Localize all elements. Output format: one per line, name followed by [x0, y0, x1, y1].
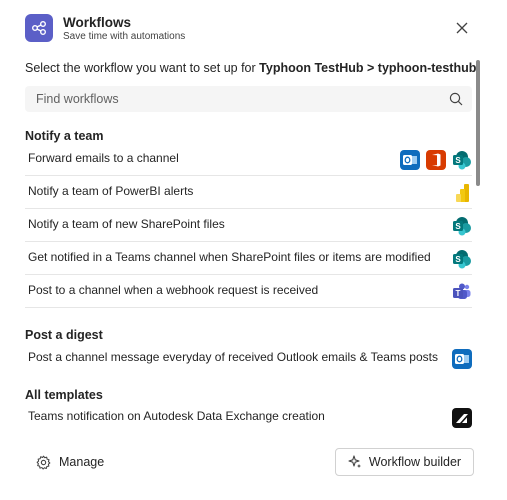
- workflow-item[interactable]: Notify a team of PowerBI alerts: [25, 176, 472, 209]
- dialog-title: Workflows: [63, 15, 132, 30]
- svg-text:T: T: [456, 289, 461, 298]
- teams-icon: T: [452, 282, 472, 302]
- workflow-item-label: Post a channel message everyday of recei…: [28, 350, 438, 364]
- workflow-item[interactable]: Post to a channel when a webhook request…: [25, 275, 472, 308]
- sharepoint-icon: S: [452, 216, 472, 236]
- workflow-item[interactable]: Teams notification on Autodesk Data Exch…: [25, 401, 472, 434]
- workflow-item-label: Forward emails to a channel: [28, 151, 179, 165]
- office-icon: [426, 150, 446, 170]
- manage-button[interactable]: Manage: [36, 452, 104, 472]
- dialog-header: Workflows Save time with automations: [25, 14, 485, 44]
- svg-text:S: S: [455, 255, 461, 264]
- workflow-item-label: Post to a channel when a webhook request…: [28, 283, 319, 297]
- workflow-item[interactable]: Get notified in a Teams channel when Sha…: [25, 242, 472, 275]
- dialog-subtitle: Save time with automations: [63, 31, 186, 42]
- prompt-target: Typhoon TestHub > typhoon-testhub.: [259, 61, 480, 75]
- manage-label: Manage: [59, 455, 105, 469]
- sharepoint-icon: S: [452, 150, 472, 170]
- gear-icon: [36, 455, 51, 470]
- section-title-notify-a-team: Notify a team: [25, 129, 104, 143]
- workflow-item[interactable]: Post a channel message everyday of recei…: [25, 342, 472, 375]
- workflow-item[interactable]: Forward emails to a channel S: [25, 143, 472, 176]
- autodesk-icon: [452, 408, 472, 428]
- close-icon: [456, 22, 468, 34]
- svg-text:S: S: [455, 156, 461, 165]
- search-box: [25, 86, 472, 112]
- sharepoint-icon: S: [452, 249, 472, 269]
- workflow-builder-label: Workflow builder: [368, 455, 462, 469]
- setup-prompt: Select the workflow you want to set up f…: [25, 61, 480, 75]
- workflow-item[interactable]: Notify a team of new SharePoint files S: [25, 209, 472, 242]
- sparkle-icon: [348, 455, 361, 468]
- section-title-post-a-digest: Post a digest: [25, 328, 103, 342]
- outlook-icon: [452, 349, 472, 369]
- prompt-text: Select the workflow you want to set up f…: [25, 61, 260, 75]
- workflow-item-label: Get notified in a Teams channel when Sha…: [28, 250, 431, 264]
- section-title-all-templates: All templates: [25, 388, 103, 402]
- workflows-icon: [25, 14, 53, 42]
- workflow-item-label: Notify a team of new SharePoint files: [28, 217, 225, 231]
- workflow-item-label: Teams notification on Autodesk Data Exch…: [28, 409, 325, 423]
- svg-text:S: S: [455, 222, 461, 231]
- search-icon[interactable]: [449, 92, 463, 106]
- search-input[interactable]: [25, 86, 445, 112]
- workflow-builder-button[interactable]: Workflow builder: [335, 448, 474, 476]
- workflow-item-label: Notify a team of PowerBI alerts: [28, 184, 194, 198]
- outlook-icon: [400, 150, 420, 170]
- powerbi-icon: [452, 183, 472, 203]
- close-button[interactable]: [453, 19, 471, 37]
- scrollbar-thumb[interactable]: [476, 60, 480, 186]
